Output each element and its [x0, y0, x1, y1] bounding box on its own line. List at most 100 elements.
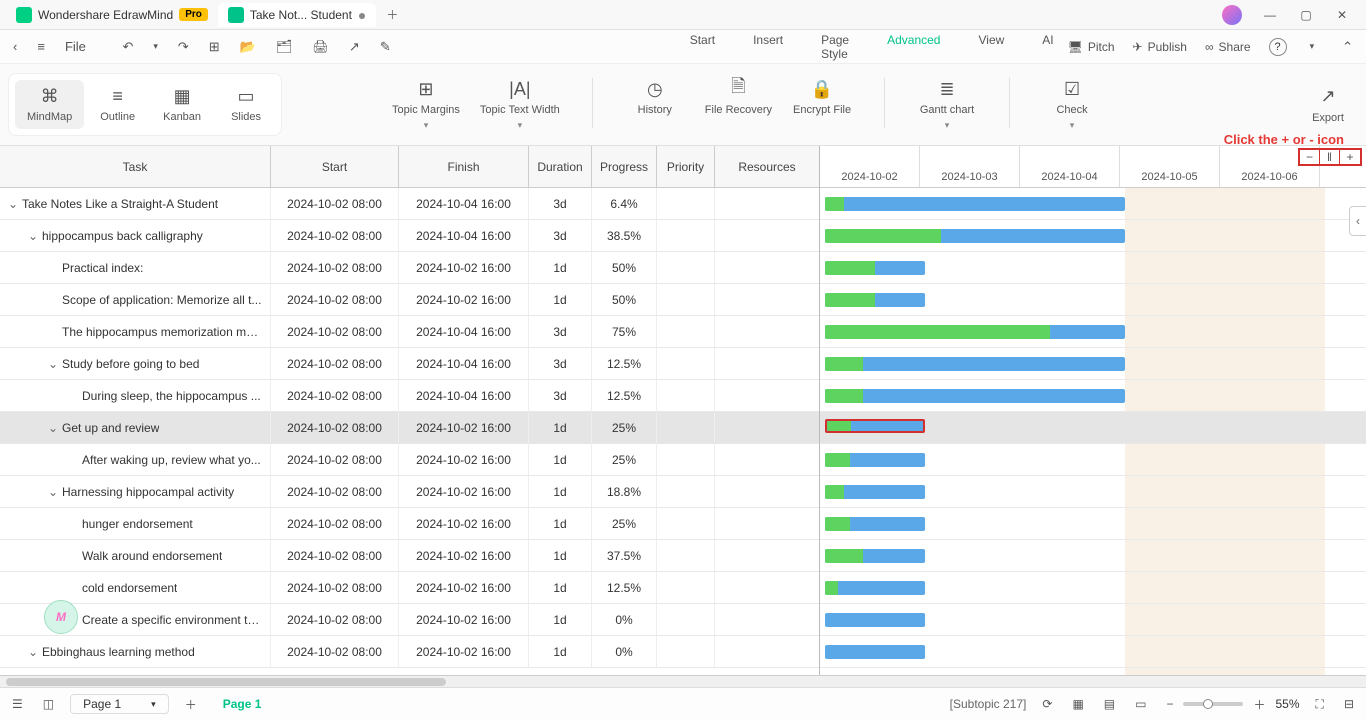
menu-page-style[interactable]: Page Style: [817, 27, 853, 67]
split-view-icon[interactable]: ◫: [39, 695, 58, 713]
tool-gantt-chart[interactable]: ≣Gantt chart▾: [917, 78, 977, 131]
gantt-bar[interactable]: [825, 197, 1125, 211]
view-outline[interactable]: ≡Outline: [88, 80, 147, 129]
undo-drop-icon[interactable]: ▾: [148, 38, 163, 55]
collapse-icon[interactable]: ⌄: [28, 645, 42, 659]
gantt-row[interactable]: [820, 604, 1366, 636]
share-button[interactable]: ∞Share: [1205, 40, 1251, 54]
close-button[interactable]: ✕: [1324, 8, 1360, 22]
tool-history[interactable]: ◷History: [625, 78, 685, 131]
menu-view[interactable]: View: [974, 27, 1008, 67]
header-start[interactable]: Start: [271, 146, 399, 187]
tool-file-recovery[interactable]: 🗎File Recovery: [705, 78, 772, 131]
publish-button[interactable]: ✈Publish: [1133, 40, 1187, 54]
zoom-out-status[interactable]: −: [1162, 695, 1177, 713]
document-tab[interactable]: Take Not... Student ●: [218, 3, 377, 27]
tool-topic-margins[interactable]: ⊞Topic Margins▾: [392, 78, 460, 131]
task-row[interactable]: The hippocampus memorization me... 2024-…: [0, 316, 819, 348]
gantt-bar[interactable]: [825, 357, 1125, 371]
add-page-button[interactable]: ＋: [181, 694, 201, 715]
gantt-bar[interactable]: [825, 325, 1125, 339]
zoom-in-button[interactable]: +: [1340, 150, 1360, 164]
menu-advanced[interactable]: Advanced: [883, 27, 944, 67]
header-task[interactable]: Task: [0, 146, 271, 187]
gantt-row[interactable]: [820, 220, 1366, 252]
gantt-bar[interactable]: [825, 293, 925, 307]
gantt-bar[interactable]: [825, 581, 925, 595]
save-button[interactable]: 🗂: [271, 36, 298, 58]
zoom-slider[interactable]: [1183, 702, 1243, 706]
gantt-bar[interactable]: [825, 453, 925, 467]
collapse-icon[interactable]: ⌄: [28, 229, 42, 243]
gantt-row[interactable]: [820, 188, 1366, 220]
header-priority[interactable]: Priority: [657, 146, 715, 187]
gantt-row[interactable]: [820, 348, 1366, 380]
header-resources[interactable]: Resources: [715, 146, 819, 187]
task-row[interactable]: cold endorsement 2024-10-02 08:00 2024-1…: [0, 572, 819, 604]
maximize-button[interactable]: ▢: [1288, 8, 1324, 22]
mindmap-badge-icon[interactable]: M: [44, 600, 78, 634]
help-drop-icon[interactable]: ▾: [1305, 38, 1320, 55]
task-row[interactable]: ⌄Take Notes Like a Straight-A Student 20…: [0, 188, 819, 220]
collapse-ribbon-button[interactable]: ⌃: [1337, 36, 1358, 58]
gantt-bar[interactable]: [825, 389, 1125, 403]
gantt-row[interactable]: [820, 412, 1366, 444]
task-row[interactable]: ⌄hippocampus back calligraphy 2024-10-02…: [0, 220, 819, 252]
gantt-row[interactable]: [820, 508, 1366, 540]
help-button[interactable]: ?: [1269, 38, 1287, 56]
view-slides[interactable]: ▭Slides: [217, 80, 275, 129]
list-view-icon[interactable]: ▤: [1100, 695, 1119, 713]
horizontal-scrollbar[interactable]: [0, 676, 1366, 688]
pitch-button[interactable]: 🖥Pitch: [1068, 40, 1115, 54]
header-duration[interactable]: Duration: [529, 146, 592, 187]
file-menu[interactable]: File: [60, 36, 91, 57]
gantt-bar[interactable]: [825, 549, 925, 563]
task-row[interactable]: During sleep, the hippocampus ... 2024-1…: [0, 380, 819, 412]
gantt-row[interactable]: [820, 380, 1366, 412]
task-row[interactable]: Create a specific environment to... 2024…: [0, 604, 819, 636]
task-row[interactable]: ⌄Get up and review 2024-10-02 08:00 2024…: [0, 412, 819, 444]
fit-screen-icon[interactable]: ⛶: [1312, 695, 1328, 714]
task-row[interactable]: ⌄Study before going to bed 2024-10-02 08…: [0, 348, 819, 380]
task-row[interactable]: Practical index: 2024-10-02 08:00 2024-1…: [0, 252, 819, 284]
task-row[interactable]: hunger endorsement 2024-10-02 08:00 2024…: [0, 508, 819, 540]
gantt-bar[interactable]: [825, 419, 925, 433]
gantt-row[interactable]: [820, 540, 1366, 572]
zoom-in-status[interactable]: ＋: [1249, 694, 1269, 715]
new-file-button[interactable]: ⊞: [204, 36, 225, 58]
gantt-bar[interactable]: [825, 229, 1125, 243]
export-quick-button[interactable]: ↗: [344, 36, 365, 58]
print-button[interactable]: 🖨: [307, 36, 334, 58]
edit-quick-button[interactable]: ✎: [375, 36, 396, 58]
gantt-row[interactable]: [820, 252, 1366, 284]
book-view-icon[interactable]: ▭: [1131, 695, 1150, 713]
back-button[interactable]: ‹: [8, 36, 22, 57]
export-button[interactable]: ↗ Export: [1298, 86, 1358, 124]
minimize-status-icon[interactable]: ⊟: [1340, 695, 1358, 713]
outline-toggle-icon[interactable]: ☰: [8, 695, 27, 713]
gantt-row[interactable]: [820, 444, 1366, 476]
zoom-out-button[interactable]: −: [1300, 150, 1320, 164]
view-kanban[interactable]: ▦Kanban: [151, 80, 213, 129]
user-avatar[interactable]: [1222, 5, 1242, 25]
collapse-icon[interactable]: ⌄: [8, 197, 22, 211]
tool-encrypt-file[interactable]: 🔒Encrypt File: [792, 78, 852, 131]
refresh-icon[interactable]: ⟳: [1038, 695, 1056, 713]
gantt-row[interactable]: [820, 476, 1366, 508]
collapse-icon[interactable]: ⌄: [48, 357, 62, 371]
gantt-row[interactable]: [820, 284, 1366, 316]
tool-check[interactable]: ☑Check▾: [1042, 78, 1102, 131]
gantt-bar[interactable]: [825, 485, 925, 499]
open-file-button[interactable]: 📂: [235, 36, 261, 58]
collapse-icon[interactable]: ⌄: [48, 421, 62, 435]
zoom-slider-icon[interactable]: ‖: [1320, 150, 1340, 164]
menu-insert[interactable]: Insert: [749, 27, 787, 67]
header-progress[interactable]: Progress: [592, 146, 657, 187]
menu-ai[interactable]: AI: [1038, 27, 1057, 67]
redo-button[interactable]: ↷: [173, 36, 194, 58]
new-tab-button[interactable]: ＋: [376, 2, 408, 27]
tool-topic-text-width[interactable]: |A|Topic Text Width▾: [480, 78, 560, 131]
header-finish[interactable]: Finish: [399, 146, 529, 187]
page-selector[interactable]: Page 1 ▾: [70, 694, 169, 714]
undo-button[interactable]: ↶: [117, 36, 138, 58]
